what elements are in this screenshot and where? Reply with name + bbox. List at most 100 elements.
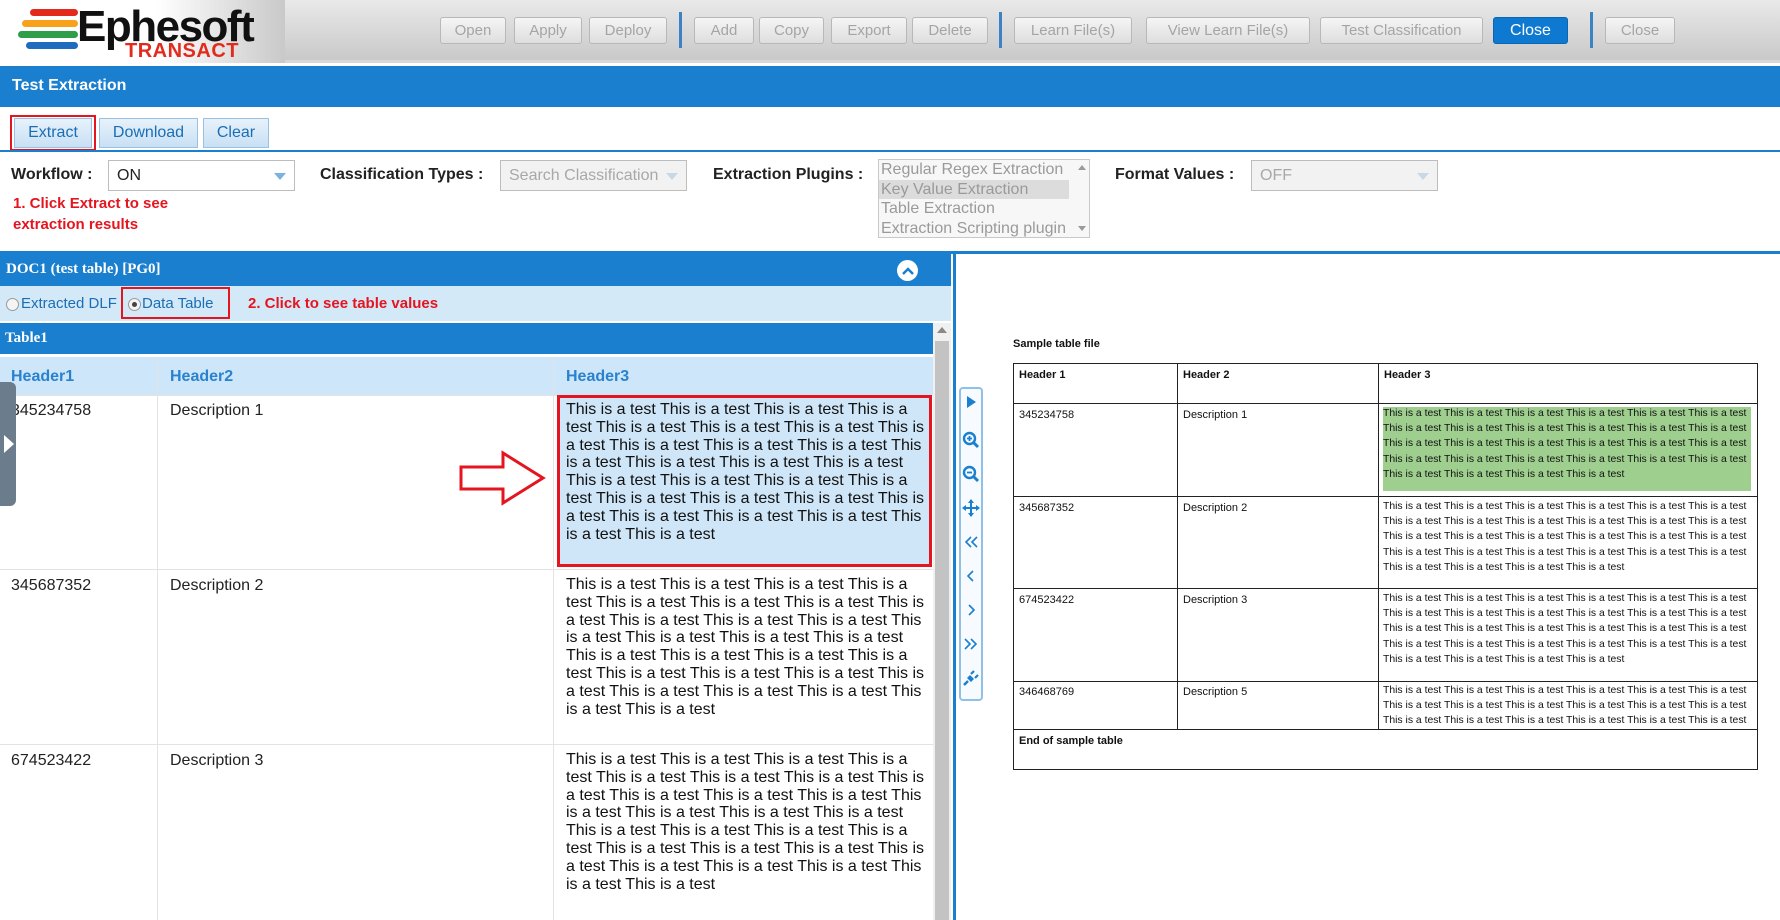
apply-button[interactable]: Apply: [514, 17, 582, 44]
data-table-highlight-box: [121, 287, 230, 319]
chevron-down-icon: [1417, 173, 1429, 180]
document-preview[interactable]: Sample table file Header 1 Header 2 Head…: [1013, 338, 1769, 818]
preview-header-3: Header 3: [1384, 369, 1431, 381]
play-icon[interactable]: [959, 390, 983, 414]
scroll-down-icon[interactable]: [1078, 226, 1086, 231]
plugin-option[interactable]: Extraction Scripting plugin: [879, 219, 1089, 238]
brand-product: TRANSACT: [125, 40, 239, 62]
table-cell-desc[interactable]: Description 1: [170, 402, 263, 420]
test-classification-button[interactable]: Test Classification: [1320, 17, 1483, 44]
export-button[interactable]: Export: [831, 17, 907, 44]
preview-row-divider: [1013, 729, 1758, 730]
learn-files-button[interactable]: Learn File(s): [1014, 17, 1132, 44]
format-values-label: Format Values :: [1115, 166, 1235, 183]
chevron-down-icon: [274, 173, 286, 180]
preview-header-1: Header 1: [1019, 369, 1066, 381]
arrow-right-icon: [459, 450, 546, 506]
logo-stripe-red: [30, 9, 78, 16]
last-page-icon[interactable]: [959, 632, 983, 656]
table-header-row: [0, 357, 933, 395]
toolbar-separator: [999, 12, 1002, 48]
preview-cell-desc: Description 5: [1183, 686, 1248, 698]
zoom-out-icon[interactable]: [959, 462, 983, 486]
annotation-step2: 2. Click to see table values: [248, 295, 439, 312]
preview-cell-desc: Description 3: [1183, 594, 1248, 606]
table-cell-text[interactable]: This is a test This is a test This is a …: [566, 751, 932, 893]
first-page-icon[interactable]: [959, 530, 983, 554]
plugin-option[interactable]: Regular Regex Extraction: [879, 160, 1089, 180]
add-button[interactable]: Add: [694, 17, 754, 44]
row-divider: [0, 744, 933, 745]
preview-cell-text: This is a test This is a test This is a …: [1383, 685, 1747, 727]
table-cell-text[interactable]: This is a test This is a test This is a …: [566, 576, 932, 718]
classification-types-label: Classification Types :: [320, 166, 484, 183]
close-button[interactable]: Close: [1493, 17, 1568, 44]
classification-types-select[interactable]: Search Classification: [500, 160, 687, 191]
toolbar-separator: [679, 12, 682, 48]
format-values-select[interactable]: OFF: [1251, 160, 1438, 191]
workflow-label: Workflow :: [11, 166, 93, 183]
table-cell-desc[interactable]: Description 3: [170, 752, 263, 770]
copy-button[interactable]: Copy: [759, 17, 824, 44]
close-secondary-button[interactable]: Close: [1605, 17, 1675, 44]
document-header: DOC1 (test table) [PG0]: [0, 254, 951, 286]
document-title: DOC1 (test table) [PG0]: [6, 261, 161, 277]
radio-extracted-dlf-label[interactable]: Extracted DLF: [21, 295, 117, 312]
prev-page-icon[interactable]: [959, 564, 983, 588]
preview-row-divider: [1013, 496, 1758, 497]
chevron-down-icon: [666, 173, 678, 180]
delete-button[interactable]: Delete: [912, 17, 988, 44]
preview-row-divider: [1013, 681, 1758, 682]
side-panel-toggle[interactable]: [0, 382, 16, 506]
preview-col-divider: [1378, 363, 1379, 729]
logo-stripe-green: [18, 31, 78, 38]
preview-cell-text: This is a test This is a test This is a …: [1383, 593, 1747, 665]
scroll-up-icon[interactable]: [937, 327, 947, 333]
extraction-plugins-list[interactable]: Regular Regex Extraction Key Value Extra…: [878, 159, 1090, 238]
chevron-up-icon: [901, 266, 914, 275]
table-cell-id[interactable]: 345234758: [11, 402, 91, 420]
annotation-step1-line1: 1. Click Extract to see: [13, 195, 169, 212]
preview-cell-id: 674523422: [1019, 594, 1075, 606]
workflow-value: ON: [117, 167, 141, 184]
preview-cell-text: This is a test This is a test This is a …: [1383, 408, 1747, 480]
collapse-button[interactable]: [897, 260, 918, 281]
column-divider: [157, 357, 158, 920]
play-icon: [4, 435, 14, 453]
plugin-option[interactable]: Table Extraction: [879, 199, 1089, 219]
table-cell-id[interactable]: 674523422: [11, 752, 91, 770]
open-button[interactable]: Open: [440, 17, 506, 44]
plugin-icon[interactable]: [959, 666, 983, 690]
logo-stripe-blue: [26, 42, 78, 49]
table-cell-text[interactable]: This is a test This is a test This is a …: [566, 401, 932, 543]
column-header-2[interactable]: Header2: [170, 368, 233, 386]
annotation-step1: 1. Click Extract to see extraction resul…: [13, 193, 168, 235]
preview-cell-desc: Description 2: [1183, 502, 1248, 514]
radio-extracted-dlf[interactable]: [6, 298, 19, 311]
plugin-option-selected[interactable]: Key Value Extraction: [879, 179, 1069, 199]
divider: [0, 150, 1780, 152]
classification-search-placeholder: Search Classification: [509, 167, 659, 184]
scroll-up-icon[interactable]: [1078, 165, 1086, 170]
preview-header-2: Header 2: [1183, 369, 1230, 381]
clear-button[interactable]: Clear: [203, 118, 269, 148]
column-header-1[interactable]: Header1: [11, 368, 74, 386]
scrollbar-thumb[interactable]: [935, 341, 949, 920]
table-cell-id[interactable]: 345687352: [11, 577, 91, 595]
page-title: Test Extraction: [0, 66, 1780, 107]
preview-cell-id: 345687352: [1019, 502, 1075, 514]
move-icon[interactable]: [959, 496, 983, 520]
toolbar-separator: [1590, 12, 1593, 48]
workflow-select[interactable]: ON: [108, 160, 295, 191]
deploy-button[interactable]: Deploy: [589, 17, 667, 44]
preview-caption: Sample table file: [1013, 338, 1100, 350]
column-header-3[interactable]: Header3: [566, 368, 629, 386]
table-cell-desc[interactable]: Description 2: [170, 577, 263, 595]
zoom-in-icon[interactable]: [959, 428, 983, 452]
next-page-icon[interactable]: [959, 598, 983, 622]
preview-row-divider: [1013, 588, 1758, 589]
preview-cell-id: 345234758: [1019, 409, 1075, 421]
download-button[interactable]: Download: [99, 118, 198, 148]
panel-divider: [953, 254, 956, 920]
view-learn-files-button[interactable]: View Learn File(s): [1146, 17, 1310, 44]
